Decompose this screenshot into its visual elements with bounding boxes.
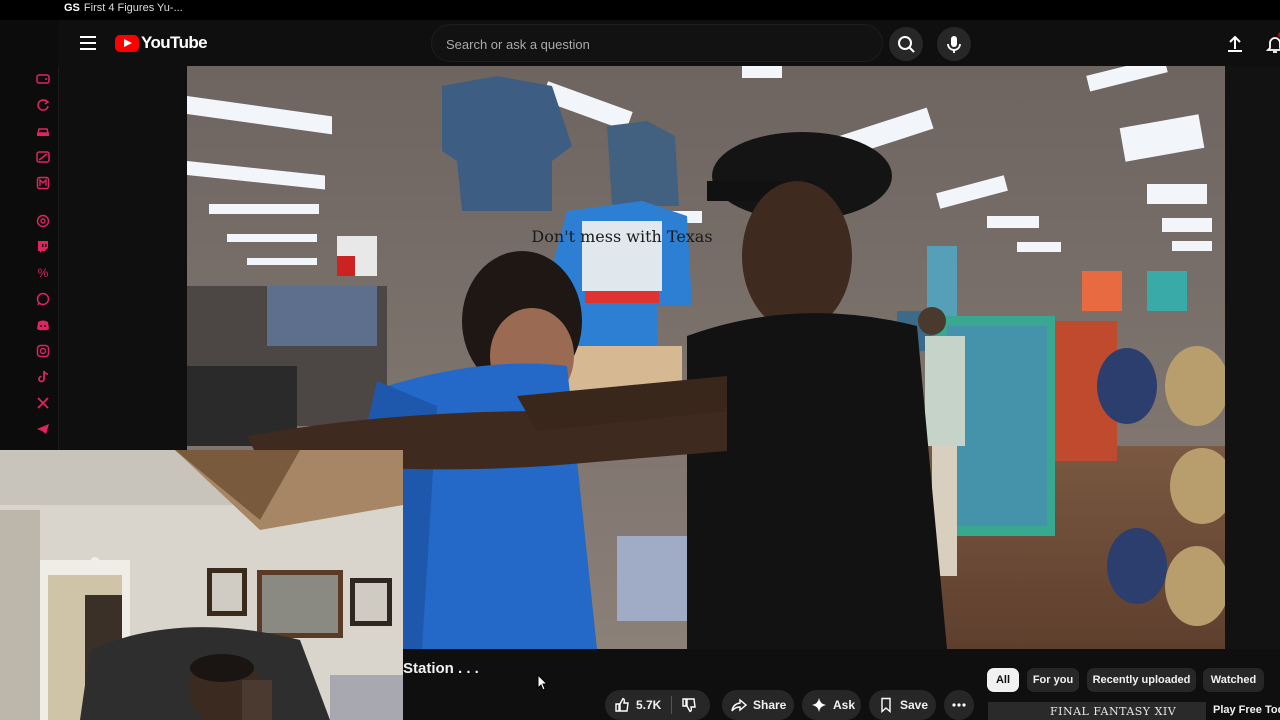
share-label: Share — [753, 698, 787, 712]
recommendation-title[interactable]: Play Free Tod — [1213, 704, 1280, 716]
ask-label: Ask — [833, 698, 856, 712]
dislike-icon[interactable] — [681, 697, 697, 713]
whatsapp-icon[interactable] — [36, 292, 50, 306]
refresh-icon[interactable] — [36, 98, 50, 112]
chip-for-you[interactable]: For you — [1027, 668, 1079, 692]
save-button[interactable]: Save — [869, 690, 936, 720]
sparkle-icon — [812, 698, 826, 712]
more-horizontal-icon — [952, 703, 966, 707]
create-button[interactable] — [1224, 33, 1246, 55]
x-icon[interactable] — [36, 396, 50, 410]
browser-tab[interactable]: GS First 4 Figures Yu-... — [64, 2, 183, 14]
recommendation-thumbnail[interactable]: FINAL FANTASY XIV — [988, 702, 1206, 720]
twitch-icon[interactable] — [36, 240, 50, 254]
extension-sidebar: % — [0, 20, 59, 450]
webcam-overlay — [0, 450, 403, 720]
discord-icon[interactable] — [36, 318, 50, 332]
mouse-cursor-icon — [537, 674, 549, 691]
more-actions-button[interactable] — [944, 690, 974, 720]
youtube-play-icon — [115, 34, 139, 52]
player-side-gutter — [1225, 66, 1280, 649]
like-icon[interactable] — [614, 697, 630, 713]
search-icon — [898, 36, 915, 53]
webcam-feed — [0, 450, 403, 720]
bookmark-icon — [881, 697, 891, 713]
thumbnail-text: FINAL FANTASY XIV — [1050, 705, 1177, 718]
share-button[interactable]: Share — [722, 690, 794, 720]
tiktok-icon[interactable] — [36, 370, 50, 384]
video-title: Station . . . — [403, 660, 479, 677]
chip-all[interactable]: All — [987, 668, 1019, 692]
game-icon[interactable] — [36, 72, 50, 86]
search-input[interactable] — [444, 33, 828, 55]
save-label: Save — [900, 698, 929, 712]
gamepad-icon[interactable] — [36, 150, 50, 164]
logo-wordmark: YouTube — [141, 33, 208, 52]
youtube-logo[interactable]: YouTube — [115, 33, 208, 53]
voice-search-button[interactable] — [937, 27, 971, 61]
chip-recently-uploaded[interactable]: Recently uploaded — [1087, 668, 1196, 692]
tab-title: First 4 Figures Yu-... — [83, 2, 183, 14]
shirt-slogan: Don't mess with Texas — [531, 227, 712, 246]
threads-icon[interactable] — [36, 214, 50, 228]
hamburger-menu-button[interactable] — [77, 32, 99, 54]
microphone-icon — [947, 36, 961, 53]
car-icon[interactable] — [36, 124, 50, 138]
like-dislike-group: 5.7K — [605, 690, 710, 720]
ask-button[interactable]: Ask — [802, 690, 861, 720]
search-button[interactable] — [889, 27, 923, 61]
telegram-icon[interactable] — [36, 422, 50, 436]
percent-icon[interactable]: % — [36, 266, 50, 280]
instagram-icon[interactable] — [36, 344, 50, 358]
tab-favicon-text: GS — [64, 2, 80, 14]
browser-tab-strip: GS First 4 Figures Yu-... — [0, 0, 1280, 20]
like-count[interactable]: 5.7K — [636, 698, 661, 712]
like-dislike-divider — [671, 696, 673, 714]
search-box[interactable] — [431, 24, 883, 62]
upload-icon — [1228, 35, 1242, 52]
box-icon[interactable] — [36, 176, 50, 190]
masthead: YouTube — [58, 20, 1280, 66]
share-icon — [731, 698, 747, 712]
chip-watched[interactable]: Watched — [1203, 668, 1264, 692]
